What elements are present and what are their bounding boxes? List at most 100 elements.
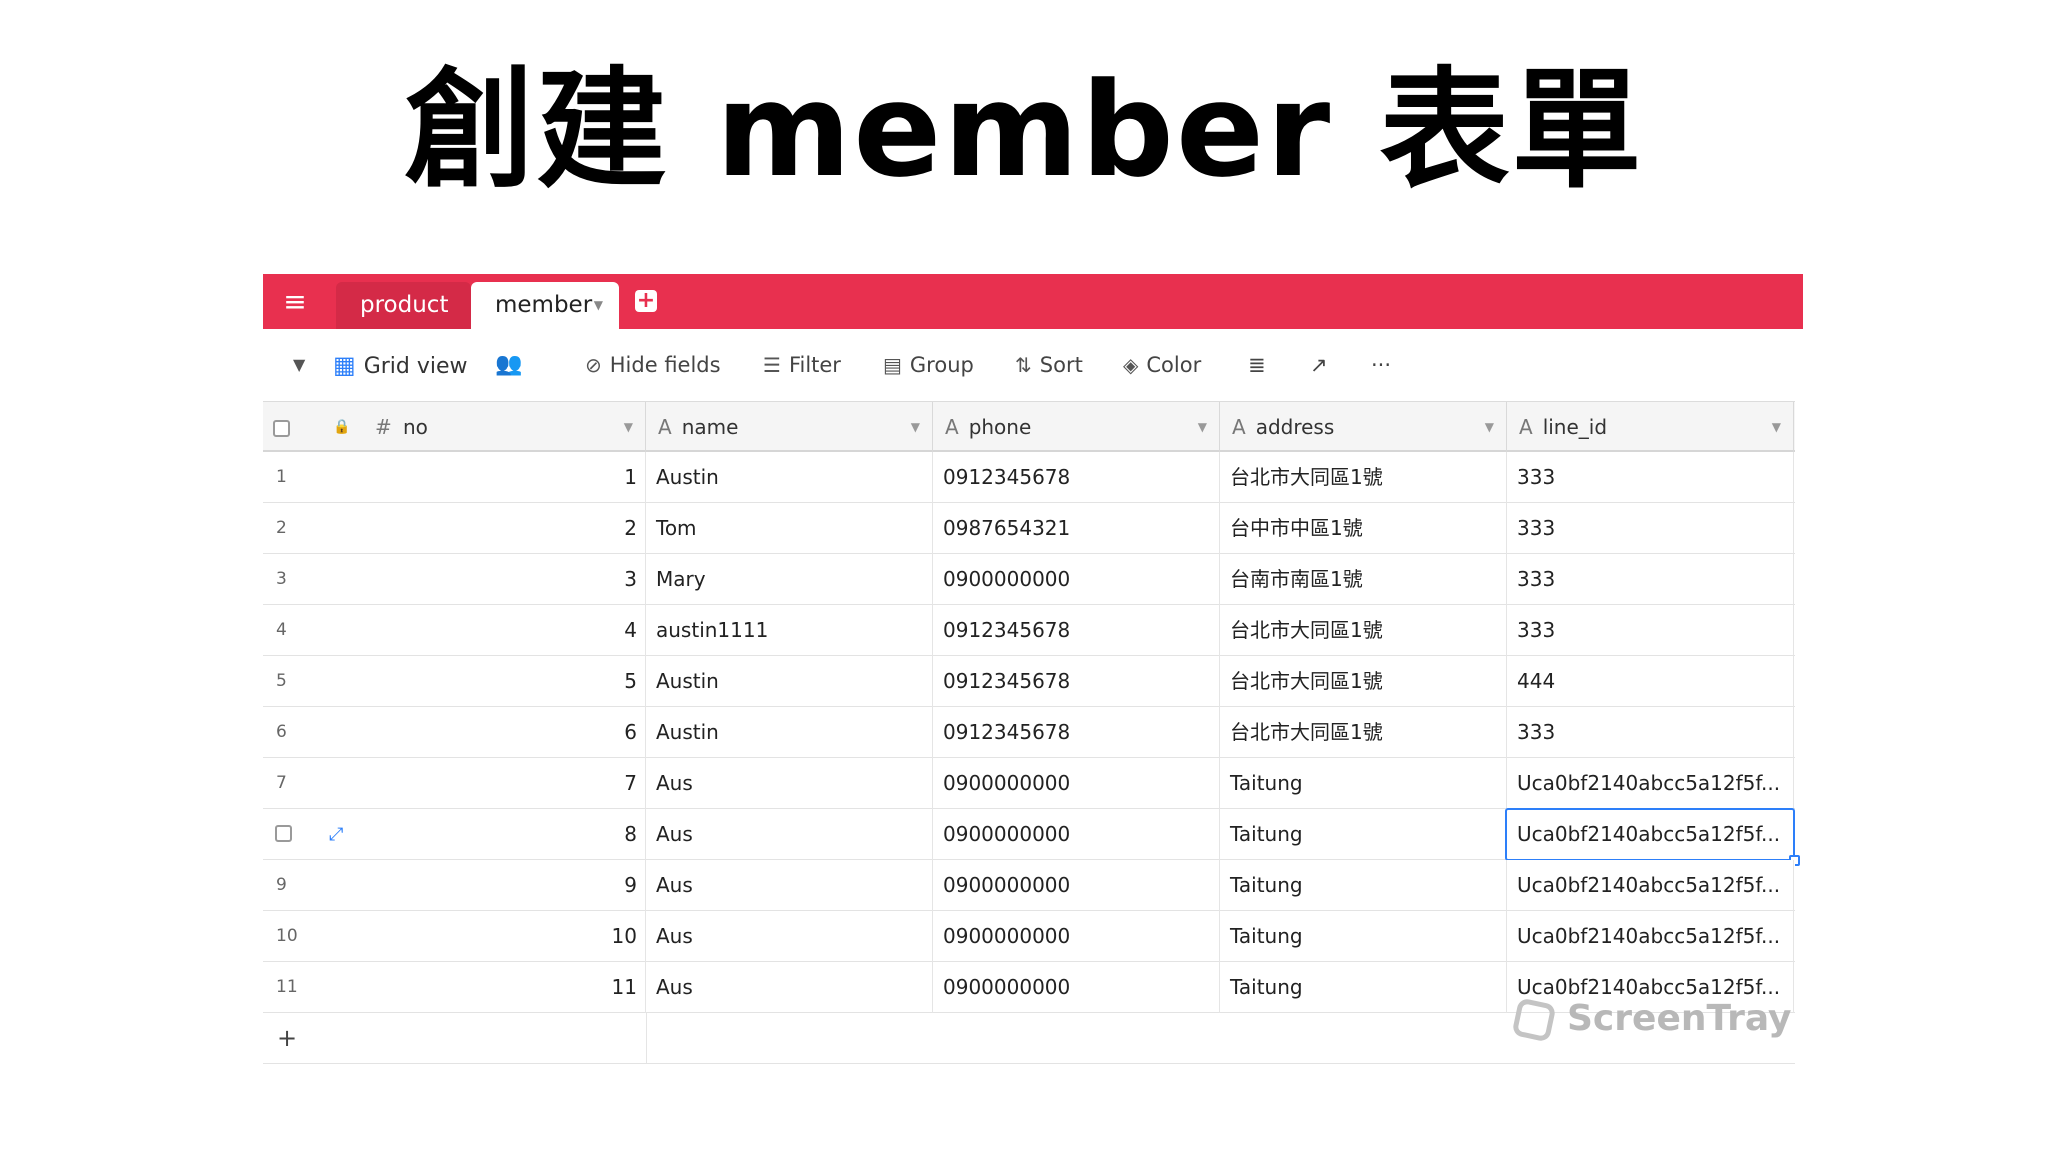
hamburger-menu-icon[interactable]: ≡	[277, 284, 313, 320]
header-line-id[interactable]: Aline_id ▼	[1507, 402, 1794, 452]
more-options-icon[interactable]: ···	[1371, 329, 1391, 401]
hide-fields-button[interactable]: ⊘ Hide fields	[585, 329, 721, 401]
cell-address[interactable]: 台中市中區1號	[1220, 503, 1507, 554]
view-list-chevron-icon[interactable]: ▼	[293, 329, 305, 401]
cell-phone[interactable]: 0912345678	[933, 605, 1220, 656]
cell-no[interactable]: 7	[624, 758, 637, 809]
cell-address[interactable]: Taitung	[1220, 860, 1507, 911]
select-all-checkbox[interactable]	[273, 420, 290, 437]
cell-line-id[interactable]: Uca0bf2140abcc5a12f5f...	[1507, 911, 1794, 962]
table-row[interactable]: 5 5 Austin 0912345678 台北市大同區1號 444	[263, 656, 1795, 707]
cell-no[interactable]: 3	[624, 554, 637, 605]
cell-name[interactable]: Aus	[646, 962, 933, 1013]
row-header-cell[interactable]: 11	[263, 452, 646, 503]
add-record-icon[interactable]: +	[277, 1013, 297, 1064]
share-view-icon[interactable]: ↗	[1310, 329, 1328, 401]
group-button[interactable]: ▤ Group	[883, 329, 974, 401]
chevron-down-icon[interactable]: ▼	[594, 282, 603, 329]
row-height-icon[interactable]: ≣	[1248, 329, 1266, 401]
sort-button[interactable]: ⇅ Sort	[1015, 329, 1083, 401]
cell-address[interactable]: 台北市大同區1號	[1220, 656, 1507, 707]
cell-name[interactable]: Aus	[646, 758, 933, 809]
cell-line-id[interactable]: 333	[1507, 605, 1794, 656]
row-header-cell[interactable]: 99	[263, 860, 646, 911]
cell-phone[interactable]: 0912345678	[933, 452, 1220, 503]
table-row[interactable]: 4 4 austin1111 0912345678 台北市大同區1號 333	[263, 605, 1795, 656]
cell-address[interactable]: Taitung	[1220, 758, 1507, 809]
cell-name[interactable]: Aus	[646, 860, 933, 911]
cell-line-id[interactable]: 333	[1507, 554, 1794, 605]
cell-name[interactable]: Aus	[646, 911, 933, 962]
cell-name[interactable]: austin1111	[646, 605, 933, 656]
table-row[interactable]: 1 1 Austin 0912345678 台北市大同區1號 333	[263, 452, 1795, 503]
cell-name[interactable]: Tom	[646, 503, 933, 554]
table-row[interactable]: 2 2 Tom 0987654321 台中市中區1號 333	[263, 503, 1795, 554]
tab-member[interactable]: member ▼	[471, 282, 619, 329]
header-address[interactable]: Aaddress ▼	[1220, 402, 1507, 452]
cell-no[interactable]: 8	[624, 809, 637, 860]
header-name[interactable]: Aname ▼	[646, 402, 933, 452]
cell-phone[interactable]: 0987654321	[933, 503, 1220, 554]
table-row[interactable]: 3 3 Mary 0900000000 台南市南區1號 333	[263, 554, 1795, 605]
row-checkbox[interactable]	[275, 825, 292, 842]
header-phone[interactable]: Aphone ▼	[933, 402, 1220, 452]
cell-address[interactable]: 台北市大同區1號	[1220, 707, 1507, 758]
row-header-cell[interactable]: 33	[263, 554, 646, 605]
cell-no[interactable]: 2	[624, 503, 637, 554]
filter-button[interactable]: ☰ Filter	[763, 329, 841, 401]
cell-phone[interactable]: 0900000000	[933, 962, 1220, 1013]
cell-name[interactable]: Austin	[646, 452, 933, 503]
row-header-cell[interactable]: 10 10	[263, 911, 646, 962]
cell-no[interactable]: 9	[624, 860, 637, 911]
grid-view-button[interactable]: ▦ Grid view	[333, 329, 468, 401]
chevron-down-icon[interactable]: ▼	[911, 402, 920, 452]
cell-phone[interactable]: 0912345678	[933, 656, 1220, 707]
tab-product[interactable]: product	[336, 282, 471, 329]
row-header-cell[interactable]: 11 11	[263, 962, 646, 1013]
cell-address[interactable]: Taitung	[1220, 962, 1507, 1013]
cell-line-id[interactable]: Uca0bf2140abcc5a12f5f...	[1507, 758, 1794, 809]
cell-no[interactable]: 11	[612, 962, 637, 1013]
cell-address[interactable]: 台南市南區1號	[1220, 554, 1507, 605]
row-header-cell[interactable]: 55	[263, 656, 646, 707]
cell-no[interactable]: 10	[612, 911, 637, 962]
cell-address[interactable]: Taitung	[1220, 911, 1507, 962]
cell-name[interactable]: Mary	[646, 554, 933, 605]
cell-phone[interactable]: 0900000000	[933, 809, 1220, 860]
cell-name[interactable]: Austin	[646, 656, 933, 707]
row-header-cell[interactable]: 66	[263, 707, 646, 758]
cell-name[interactable]: Aus	[646, 809, 933, 860]
cell-address[interactable]: Taitung	[1220, 809, 1507, 860]
cell-phone[interactable]: 0912345678	[933, 707, 1220, 758]
chevron-down-icon[interactable]: ▼	[1772, 402, 1781, 452]
chevron-down-icon[interactable]: ▼	[1485, 402, 1494, 452]
table-row[interactable]: 7 7 Aus 0900000000 Taitung Uca0bf2140abcc5a12…	[263, 758, 1795, 809]
row-header-cell[interactable]: 22	[263, 503, 646, 554]
cell-phone[interactable]: 0900000000	[933, 758, 1220, 809]
cell-phone[interactable]: 0900000000	[933, 554, 1220, 605]
row-header-cell[interactable]: ⤢ 8	[263, 809, 646, 860]
chevron-down-icon[interactable]: ▼	[1198, 402, 1207, 452]
cell-no[interactable]: 5	[624, 656, 637, 707]
cell-no[interactable]: 4	[624, 605, 637, 656]
table-row[interactable]: 9 9 Aus 0900000000 Taitung Uca0bf2140abcc5a12…	[263, 860, 1795, 911]
cell-phone[interactable]: 0900000000	[933, 860, 1220, 911]
cell-no[interactable]: 6	[624, 707, 637, 758]
cell-address[interactable]: 台北市大同區1號	[1220, 452, 1507, 503]
cell-no[interactable]: 1	[624, 452, 637, 503]
table-row[interactable]: 10 10 Aus 0900000000 Taitung Uca0bf2140abcc5a…	[263, 911, 1795, 962]
table-row[interactable]: 6 6 Austin 0912345678 台北市大同區1號 333	[263, 707, 1795, 758]
header-no[interactable]: 🔒 # no ▼	[263, 402, 646, 452]
cell-line-id[interactable]: 333	[1507, 707, 1794, 758]
cell-line-id[interactable]: 333	[1507, 503, 1794, 554]
cell-phone[interactable]: 0900000000	[933, 911, 1220, 962]
row-header-cell[interactable]: 77	[263, 758, 646, 809]
chevron-down-icon[interactable]: ▼	[624, 402, 633, 452]
cell-line-id[interactable]: Uca0bf2140abcc5a12f5f...	[1507, 860, 1794, 911]
cell-line-id[interactable]: 444	[1507, 656, 1794, 707]
add-table-icon[interactable]: +	[635, 290, 657, 312]
table-row[interactable]: ⤢ 8 Aus 0900000000 Taitung Uca0bf2140abcc5a12…	[263, 808, 1800, 866]
cell-line-id[interactable]: Uca0bf2140abcc5a12f5f...	[1505, 808, 1795, 861]
row-header-cell[interactable]: 44	[263, 605, 646, 656]
collaborators-icon[interactable]: 👥	[495, 329, 522, 401]
